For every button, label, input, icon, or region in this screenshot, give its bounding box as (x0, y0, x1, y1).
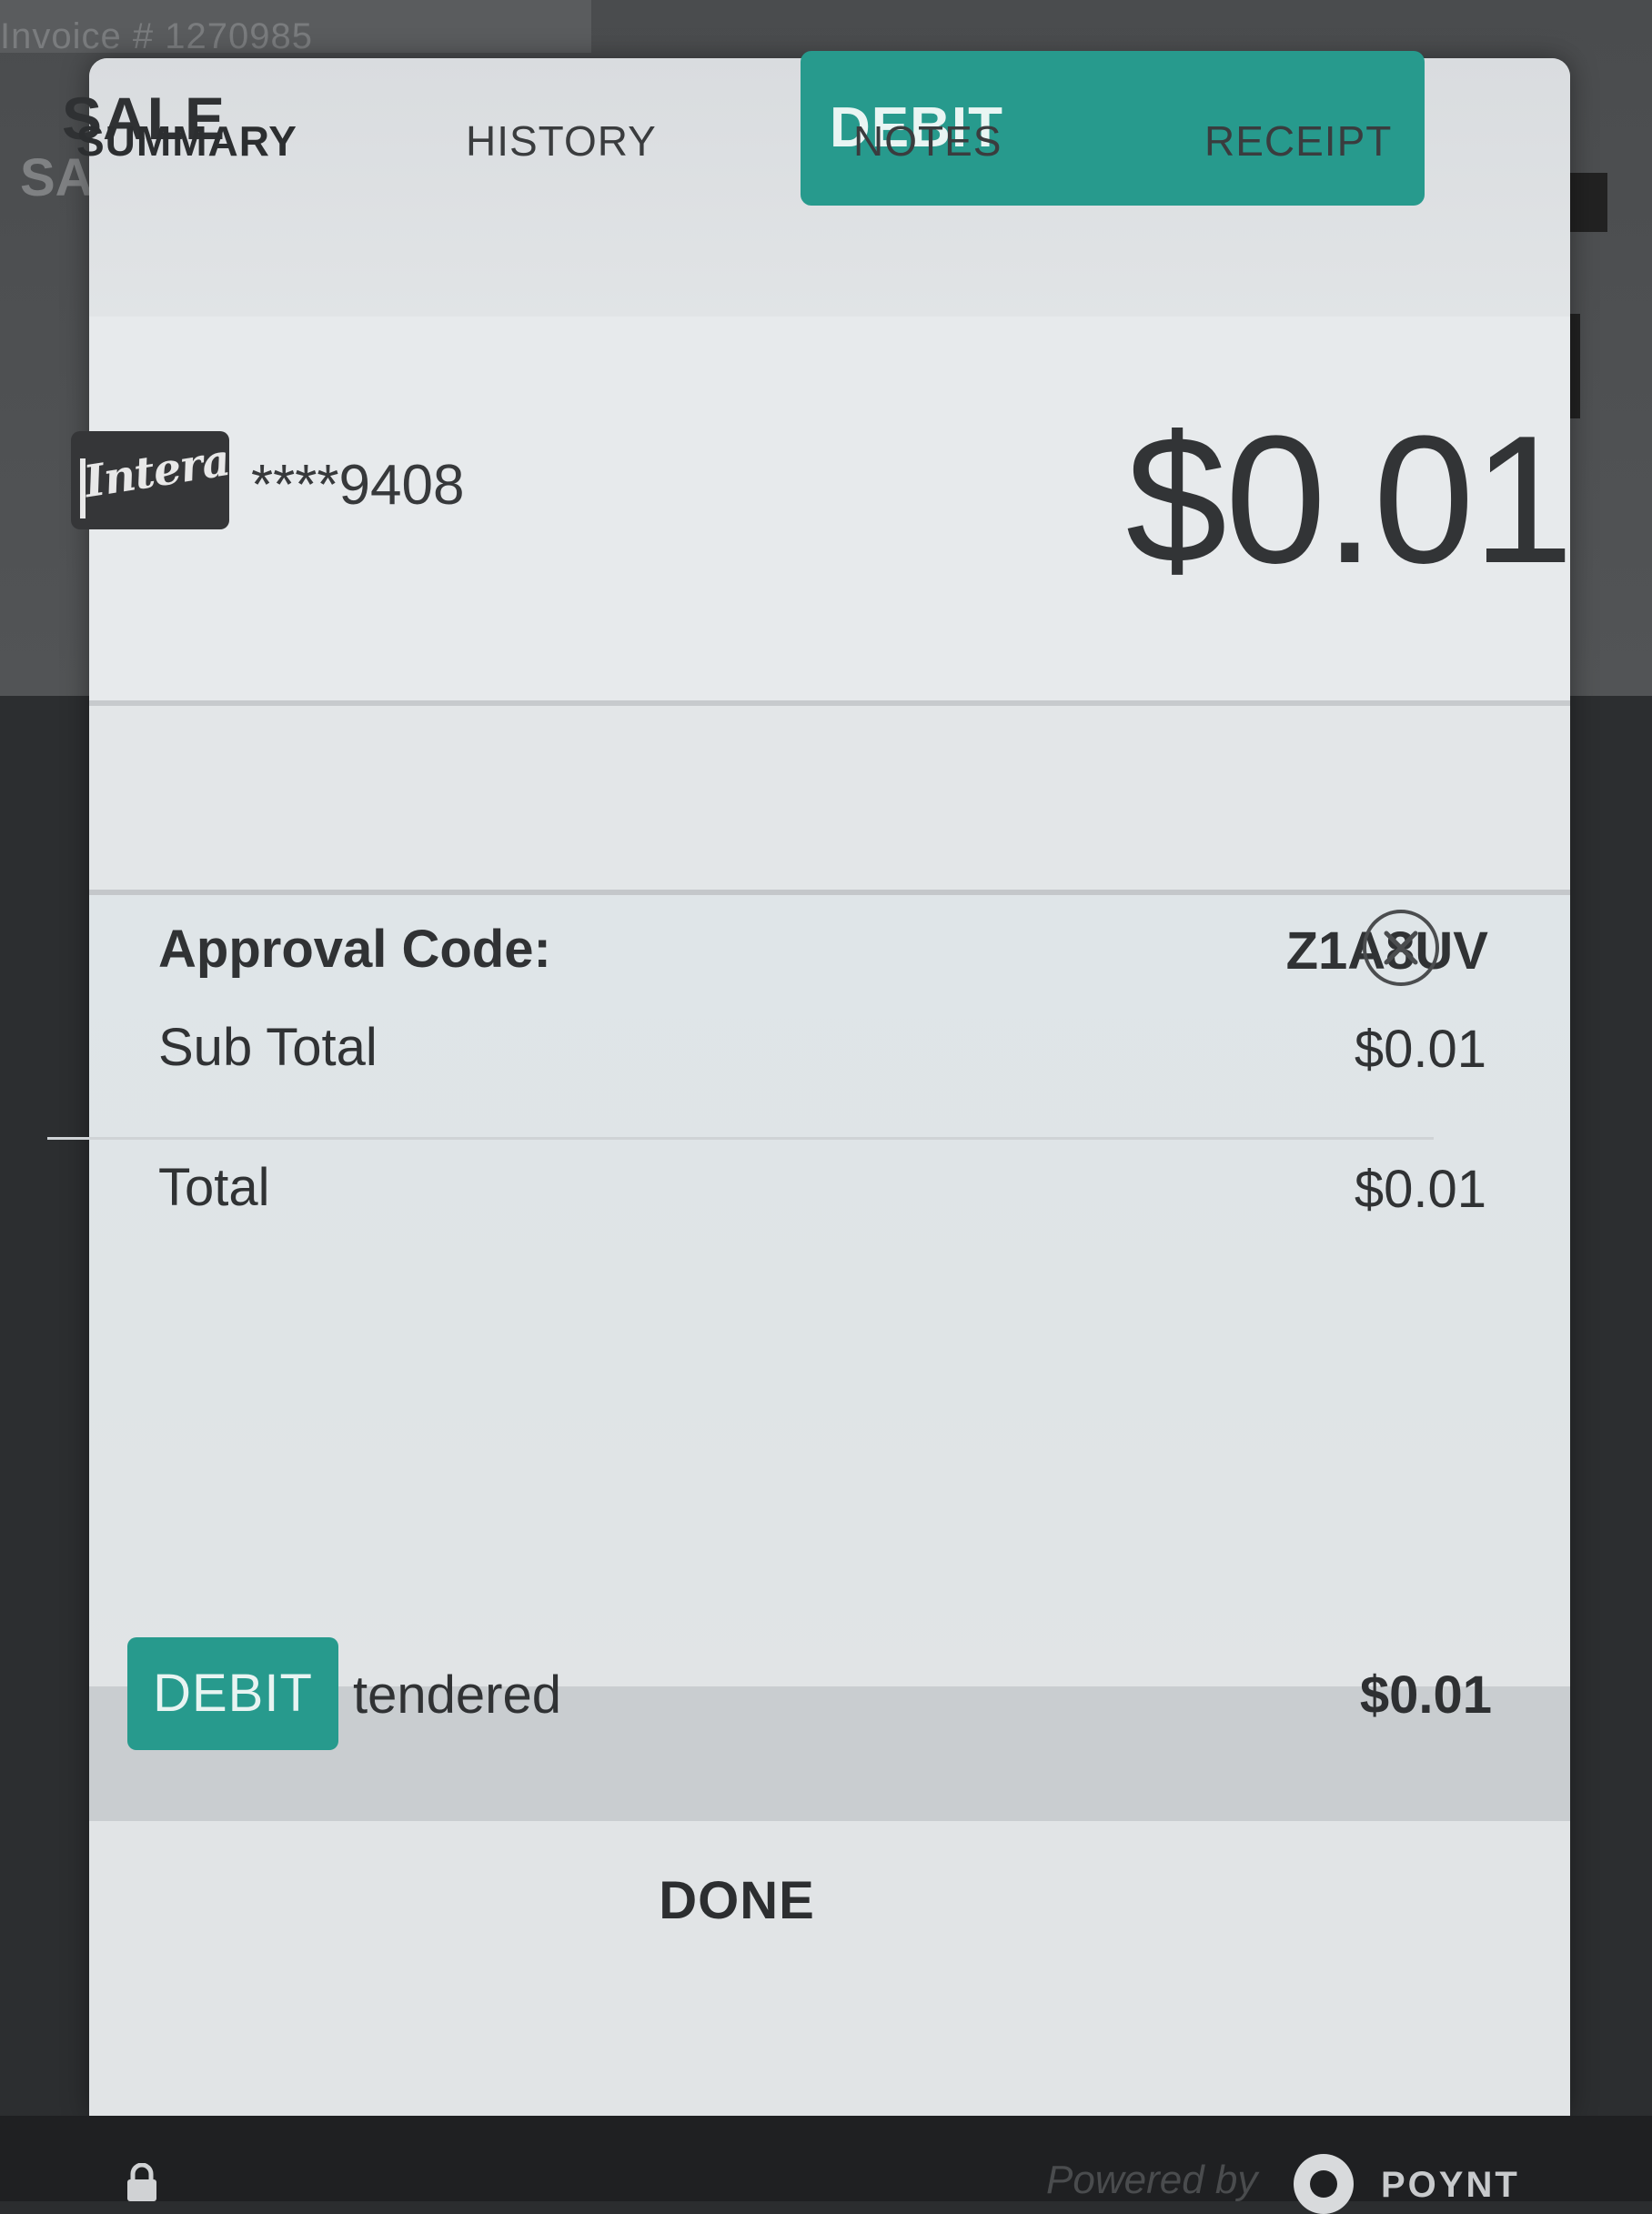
close-icon (1384, 931, 1418, 965)
tab-notes[interactable]: NOTES (853, 116, 1002, 166)
transaction-dialog (89, 58, 1570, 2116)
transaction-amount: $0.01 (1125, 398, 1574, 601)
approval-code-label: Approval Code: (158, 920, 551, 979)
subtotal-label: Sub Total (158, 1018, 378, 1077)
done-button[interactable]: DONE (564, 1856, 910, 1947)
background-invoice-text: Invoice # 1270985 (0, 16, 313, 56)
close-button[interactable] (1363, 910, 1439, 986)
poynt-logo-icon (1294, 2154, 1354, 2214)
summary-panel (89, 895, 1570, 1692)
poynt-brand-text: POYNT (1381, 2165, 1520, 2205)
background-block (1569, 173, 1607, 232)
masked-card-number: ****9408 (251, 454, 465, 517)
tender-method-badge: DEBIT (127, 1637, 338, 1750)
tab-history[interactable]: HISTORY (466, 116, 657, 166)
divider (47, 1137, 1434, 1140)
total-label: Total (158, 1158, 270, 1217)
tender-label: tendered (353, 1666, 561, 1725)
tab-summary[interactable]: SUMMARY (76, 116, 297, 166)
tab-bar (89, 706, 1570, 891)
tab-receipt[interactable]: RECEIPT (1204, 116, 1392, 166)
interac-logo-text: Interac (80, 431, 229, 508)
tender-amount: $0.01 (1359, 1666, 1492, 1725)
interac-logo: Interac (71, 431, 229, 529)
lock-icon (127, 2163, 156, 2201)
total-value: $0.01 (1354, 1160, 1486, 1219)
subtotal-value: $0.01 (1354, 1020, 1486, 1079)
powered-by-text: Powered by (1046, 2158, 1258, 2202)
